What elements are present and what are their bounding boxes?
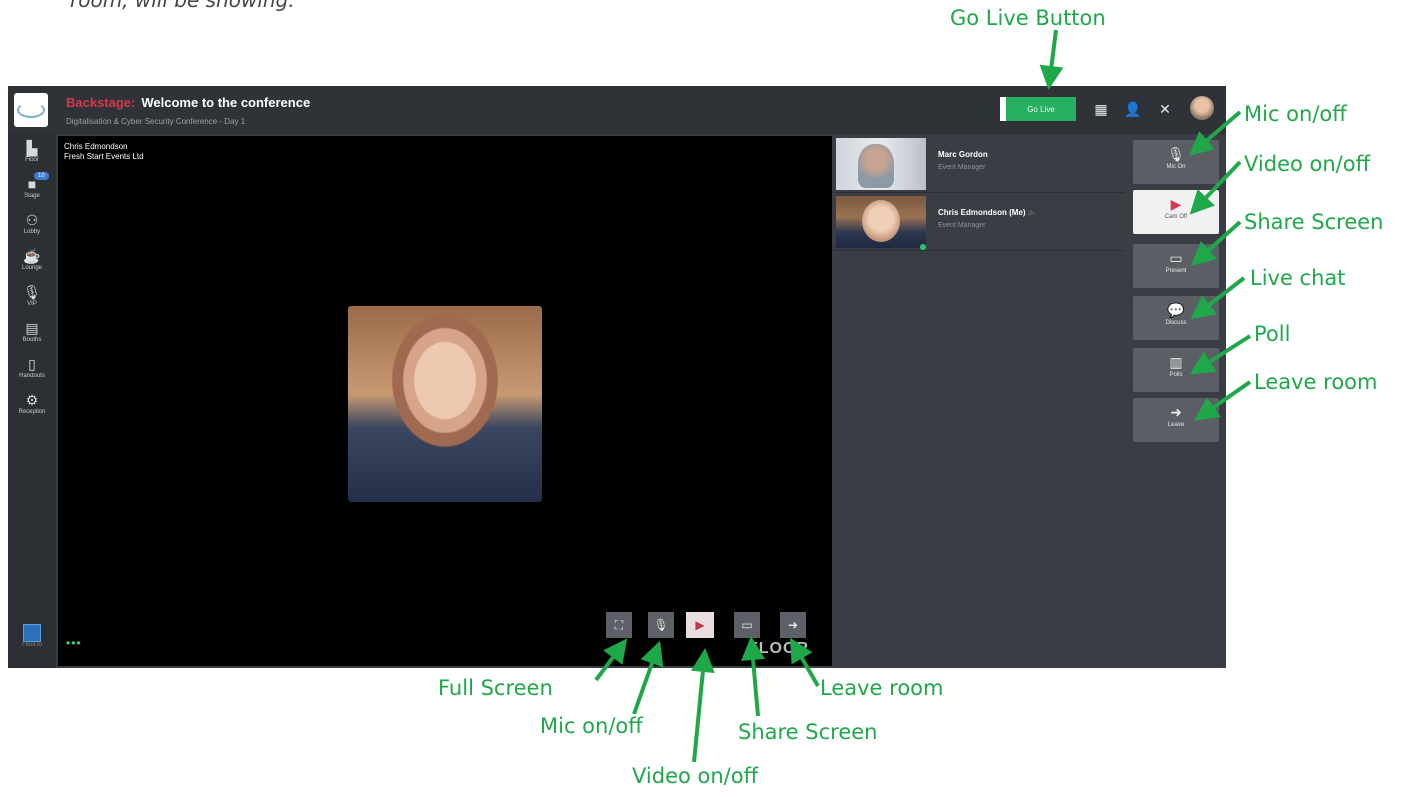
arrow-share-right bbox=[1191, 220, 1242, 267]
arrow-leave-right bbox=[1194, 380, 1252, 421]
arrow-poll-right bbox=[1189, 334, 1252, 375]
arrow-chat-right bbox=[1190, 276, 1246, 320]
arrow-mic-right bbox=[1188, 110, 1242, 156]
arrow-video-right bbox=[1189, 160, 1242, 215]
annotation-arrows bbox=[594, 29, 1252, 763]
arrow-go-live bbox=[1039, 29, 1064, 90]
arrow-full-screen bbox=[594, 638, 628, 682]
arrow-mic-bottom bbox=[632, 640, 664, 715]
arrow-share-bottom bbox=[741, 636, 766, 717]
arrow-leave-bottom bbox=[789, 637, 820, 688]
arrow-video-bottom bbox=[690, 648, 715, 763]
